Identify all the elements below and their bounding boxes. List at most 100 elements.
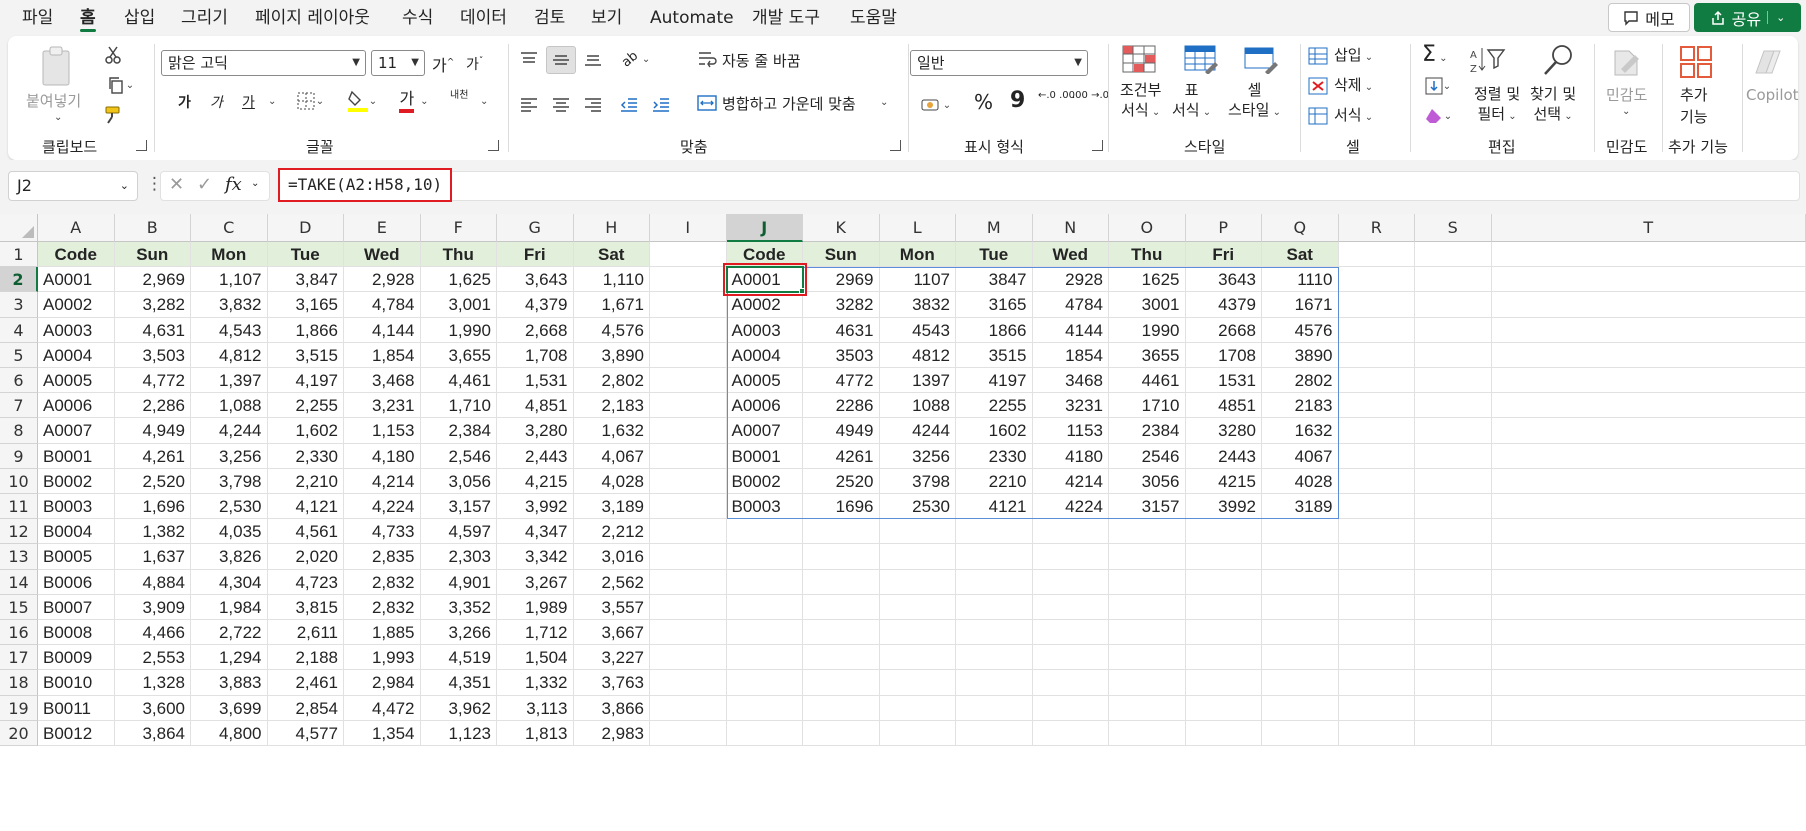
- menu-view[interactable]: 보기: [591, 0, 622, 36]
- cell-f5[interactable]: 3,655: [420, 342, 497, 368]
- cell-n6[interactable]: 3468: [1032, 368, 1109, 394]
- grid-cell[interactable]: [1415, 393, 1492, 419]
- grid-cell[interactable]: [879, 645, 956, 671]
- grid-cell[interactable]: [1109, 544, 1186, 570]
- cell-d3[interactable]: 3,165: [267, 292, 344, 318]
- grid-cell[interactable]: [1262, 645, 1339, 671]
- column-header-e[interactable]: E: [344, 214, 421, 242]
- cell-l8[interactable]: 4244: [879, 418, 956, 444]
- cell-k4[interactable]: 4631: [803, 317, 880, 343]
- row-header-7[interactable]: 7: [0, 393, 38, 419]
- cell-h17[interactable]: 3,227: [573, 645, 650, 671]
- underline-dropdown-icon[interactable]: ⌄: [268, 96, 276, 107]
- cell-m11[interactable]: 4121: [956, 494, 1033, 520]
- cell-b2[interactable]: 2,969: [114, 267, 191, 293]
- cell-h4[interactable]: 4,576: [573, 317, 650, 343]
- cell-p6[interactable]: 1531: [1185, 368, 1262, 394]
- grid-cell[interactable]: [1338, 267, 1415, 293]
- cell-k9[interactable]: 4261: [803, 443, 880, 469]
- increase-decimal-button[interactable]: ←.0 .00: [1038, 90, 1075, 102]
- align-center-icon[interactable]: [548, 92, 574, 118]
- cell-h1[interactable]: Sat: [573, 242, 650, 268]
- cell-c5[interactable]: 4,812: [191, 342, 268, 368]
- grid-cell[interactable]: [726, 620, 803, 646]
- row-header-9[interactable]: 9: [0, 443, 38, 469]
- cell-d6[interactable]: 4,197: [267, 368, 344, 394]
- cell-g17[interactable]: 1,504: [497, 645, 574, 671]
- cell-m1[interactable]: Tue: [956, 242, 1033, 268]
- cell-d15[interactable]: 3,815: [267, 594, 344, 620]
- cell-h7[interactable]: 2,183: [573, 393, 650, 419]
- cell-c12[interactable]: 4,035: [191, 519, 268, 545]
- cell-n7[interactable]: 3231: [1032, 393, 1109, 419]
- cell-b17[interactable]: 2,553: [114, 645, 191, 671]
- cell-e1[interactable]: Wed: [344, 242, 421, 268]
- cell-e15[interactable]: 2,832: [344, 594, 421, 620]
- name-box[interactable]: J2 ⌄: [8, 171, 138, 201]
- cell-f15[interactable]: 3,352: [420, 594, 497, 620]
- grid-cell[interactable]: [1262, 695, 1339, 721]
- grid-cell[interactable]: [650, 292, 727, 318]
- cell-p9[interactable]: 2443: [1185, 443, 1262, 469]
- menu-automate[interactable]: Automate: [650, 0, 734, 36]
- paste-icon[interactable]: [30, 42, 84, 92]
- fill-handle[interactable]: [799, 288, 805, 295]
- cell-e12[interactable]: 4,733: [344, 519, 421, 545]
- find-select-button[interactable]: 찾기 및 선택 ⌄: [1530, 84, 1576, 127]
- row-header-15[interactable]: 15: [0, 594, 38, 620]
- grid-cell[interactable]: [1262, 594, 1339, 620]
- grid-cell[interactable]: [650, 695, 727, 721]
- cell-h2[interactable]: 1,110: [573, 267, 650, 293]
- font-size-select[interactable]: 11 ▼: [371, 50, 425, 76]
- cell-a13[interactable]: B0005: [38, 544, 115, 570]
- cell-a16[interactable]: B0008: [38, 620, 115, 646]
- cell-e14[interactable]: 2,832: [344, 569, 421, 595]
- cell-h18[interactable]: 3,763: [573, 670, 650, 696]
- cell-d8[interactable]: 1,602: [267, 418, 344, 444]
- cell-e3[interactable]: 4,784: [344, 292, 421, 318]
- cell-k8[interactable]: 4949: [803, 418, 880, 444]
- grid-cell[interactable]: [1032, 720, 1109, 746]
- grid-cell[interactable]: [956, 670, 1033, 696]
- decrease-decimal-button[interactable]: .00 →.0: [1072, 90, 1109, 102]
- grid-cell[interactable]: [1415, 620, 1492, 646]
- row-header-5[interactable]: 5: [0, 342, 38, 368]
- cell-p5[interactable]: 1708: [1185, 342, 1262, 368]
- cell-j2[interactable]: A0001: [726, 267, 803, 293]
- cell-n1[interactable]: Wed: [1032, 242, 1109, 268]
- grid-cell[interactable]: [1491, 695, 1806, 721]
- grid-cell[interactable]: [1032, 670, 1109, 696]
- cell-h15[interactable]: 3,557: [573, 594, 650, 620]
- sensitivity-button[interactable]: 민감도: [1606, 84, 1647, 105]
- grid-cell[interactable]: [879, 670, 956, 696]
- add-ins-button[interactable]: 추가 기능: [1680, 84, 1708, 128]
- cell-c20[interactable]: 4,800: [191, 720, 268, 746]
- cell-d17[interactable]: 2,188: [267, 645, 344, 671]
- row-header-11[interactable]: 11: [0, 494, 38, 520]
- orientation-icon[interactable]: ab ⌄: [614, 46, 658, 72]
- grid-cell[interactable]: [1415, 720, 1492, 746]
- cell-c4[interactable]: 4,543: [191, 317, 268, 343]
- cell-o1[interactable]: Thu: [1109, 242, 1186, 268]
- grid-cell[interactable]: [650, 670, 727, 696]
- sort-filter-button[interactable]: 정렬 및 필터 ⌄: [1474, 84, 1520, 127]
- comma-style-button[interactable]: 9: [1010, 88, 1025, 113]
- cell-b5[interactable]: 3,503: [114, 342, 191, 368]
- conditional-format-icon[interactable]: [1116, 42, 1162, 76]
- row-header-12[interactable]: 12: [0, 519, 38, 545]
- alignment-launcher-icon[interactable]: [890, 140, 901, 151]
- grid-cell[interactable]: [1032, 519, 1109, 545]
- grid-cell[interactable]: [1491, 443, 1806, 469]
- row-header-4[interactable]: 4: [0, 317, 38, 343]
- row-header-17[interactable]: 17: [0, 645, 38, 671]
- cell-g6[interactable]: 1,531: [497, 368, 574, 394]
- cell-h14[interactable]: 2,562: [573, 569, 650, 595]
- cell-p4[interactable]: 2668: [1185, 317, 1262, 343]
- cell-q7[interactable]: 2183: [1262, 393, 1339, 419]
- row-header-14[interactable]: 14: [0, 569, 38, 595]
- cell-h8[interactable]: 1,632: [573, 418, 650, 444]
- clear-icon[interactable]: ⌄: [1418, 104, 1458, 128]
- cell-l7[interactable]: 1088: [879, 393, 956, 419]
- cell-j10[interactable]: B0002: [726, 468, 803, 494]
- cell-l5[interactable]: 4812: [879, 342, 956, 368]
